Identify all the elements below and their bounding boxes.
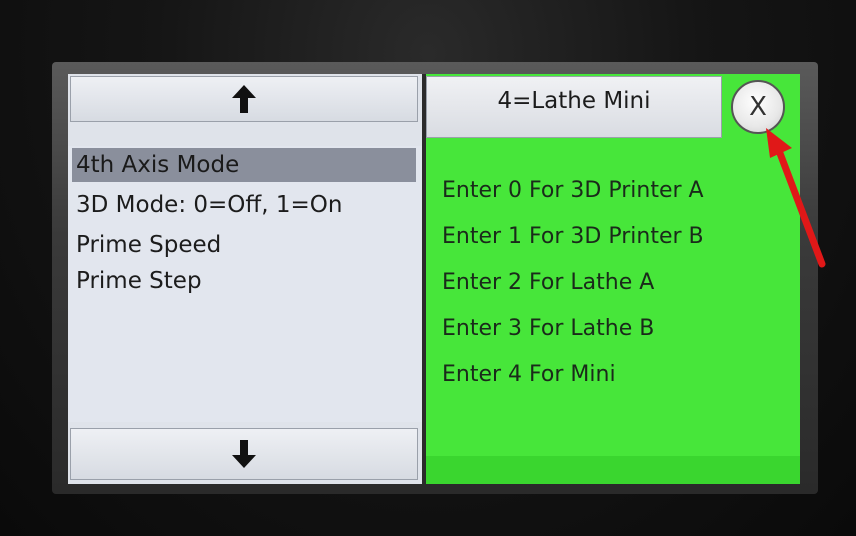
list-item-4th-axis-mode[interactable]: 4th Axis Mode <box>72 148 416 182</box>
down-arrow-icon <box>231 439 257 469</box>
close-icon: X <box>749 92 767 122</box>
current-value-display[interactable]: 4=Lathe Mini <box>426 76 722 138</box>
settings-menu-panel: 4th Axis Mode 3D Mode: 0=Off, 1=On Prime… <box>68 74 422 484</box>
settings-list: 4th Axis Mode 3D Mode: 0=Off, 1=On Prime… <box>68 146 422 422</box>
up-arrow-icon <box>231 84 257 114</box>
panel-footer <box>426 456 800 484</box>
touch-screen: 4th Axis Mode 3D Mode: 0=Off, 1=On Prime… <box>68 74 800 484</box>
list-item-prime-step[interactable]: Prime Step <box>72 264 202 298</box>
scroll-up-button[interactable] <box>70 76 418 122</box>
option-line: Enter 4 For Mini <box>442 362 616 387</box>
option-line: Enter 0 For 3D Printer A <box>442 178 704 203</box>
close-button[interactable]: X <box>731 80 785 134</box>
scroll-down-button[interactable] <box>70 428 418 480</box>
option-line: Enter 2 For Lathe A <box>442 270 655 295</box>
value-entry-panel: 4=Lathe Mini X Enter 0 For 3D Printer A … <box>426 74 800 484</box>
option-line: Enter 3 For Lathe B <box>442 316 655 341</box>
option-line: Enter 1 For 3D Printer B <box>442 224 704 249</box>
list-item-prime-speed[interactable]: Prime Speed <box>72 228 221 262</box>
list-item-3d-mode[interactable]: 3D Mode: 0=Off, 1=On <box>72 188 342 222</box>
device-housing: 4th Axis Mode 3D Mode: 0=Off, 1=On Prime… <box>0 0 856 536</box>
